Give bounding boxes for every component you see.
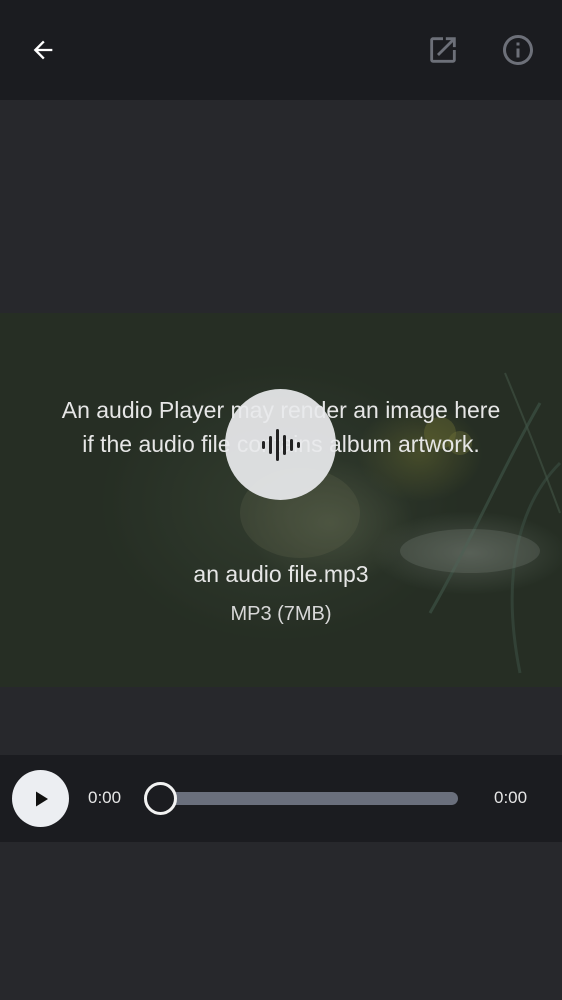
album-artwork-area: An audio Player may render an image here… [0, 313, 562, 687]
arrow-left-icon [33, 40, 53, 60]
open-in-new-icon [430, 37, 456, 63]
total-duration: 0:00 [494, 788, 528, 807]
info-button[interactable] [494, 26, 542, 74]
open-external-button[interactable] [419, 26, 467, 74]
audio-waveform-icon [261, 428, 300, 461]
audio-waveform-badge [225, 389, 336, 500]
current-time: 0:00 [88, 788, 122, 807]
audio-viewer-screen: An audio Player may render an image here… [0, 0, 562, 1000]
play-icon [35, 791, 48, 806]
top-app-bar [0, 0, 562, 100]
info-circle-icon [503, 35, 533, 65]
seek-bar-thumb[interactable] [144, 782, 177, 815]
seek-bar-track[interactable] [160, 792, 458, 805]
audio-player-bar: 0:00 0:00 [0, 755, 562, 842]
file-name: an audio file.mp3 [193, 561, 369, 587]
back-button[interactable] [19, 26, 67, 74]
file-type-size: MP3 (7MB) [230, 603, 332, 625]
artwork-dim-overlay [0, 313, 562, 687]
play-button[interactable] [12, 770, 69, 827]
